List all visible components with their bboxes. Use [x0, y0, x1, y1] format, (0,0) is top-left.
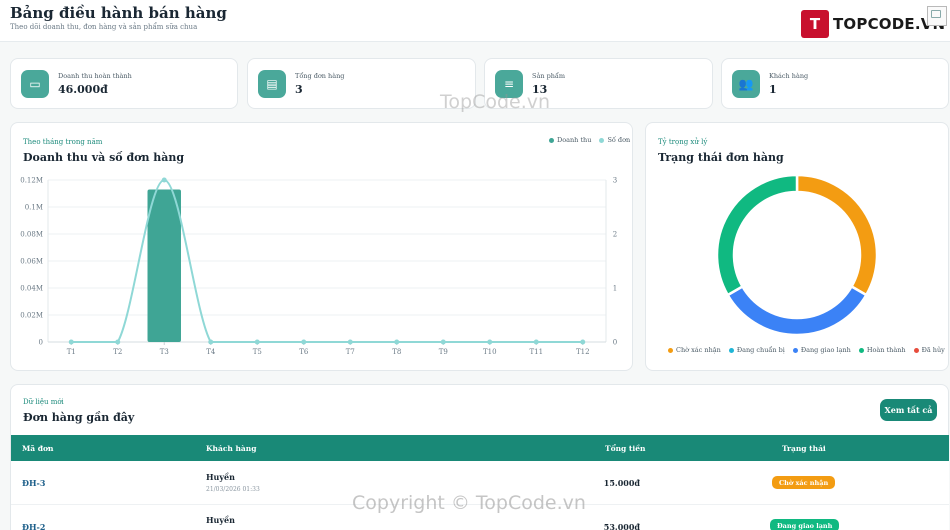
stat-label: Sản phẩm	[532, 72, 566, 80]
brand-mark: T	[801, 10, 829, 38]
stat-value: 1	[769, 83, 777, 96]
order-code-link[interactable]: ĐH-3	[22, 478, 45, 488]
stat-label: Tổng đơn hàng	[295, 72, 345, 80]
stat-value: 13	[532, 83, 548, 96]
page-subtitle: Theo dõi doanh thu, đơn hàng và sản phẩm…	[10, 23, 198, 31]
orders-point	[68, 339, 74, 345]
x-tick-label: T3	[160, 348, 169, 356]
stat-value: 3	[295, 83, 303, 96]
customer-name: Huyền	[206, 472, 235, 482]
order-total: 15.000đ	[603, 478, 640, 488]
col-header-code[interactable]: Mã đơn	[22, 444, 53, 453]
database-icon: ≡	[495, 70, 523, 98]
stat-label: Khách hàng	[769, 72, 809, 80]
x-tick-label: T10	[483, 348, 497, 356]
x-tick-label: T6	[299, 348, 309, 356]
y-right-tick-label: 0	[613, 339, 617, 347]
x-tick-label: T7	[346, 348, 355, 356]
orders-point	[580, 339, 586, 345]
stat-card-customers: 👥 Khách hàng 1	[721, 58, 949, 109]
panel-title: Đơn hàng gần đây	[23, 411, 135, 424]
col-header-status[interactable]: Trạng thái	[782, 444, 826, 453]
order-total: 53.000đ	[603, 522, 640, 530]
orders-point	[115, 339, 121, 345]
donut-slice	[726, 284, 868, 337]
brand-logo[interactable]: T TOPCODE.VN	[801, 10, 945, 38]
orders-point	[301, 339, 307, 345]
broken-image-icon	[927, 6, 947, 26]
y-right-tick-label: 3	[613, 177, 617, 185]
status-badge: Chờ xác nhận	[772, 476, 836, 489]
orders-point	[161, 177, 167, 183]
status-badge: Đang giao lạnh	[770, 519, 840, 530]
order-code-link[interactable]: ĐH-2	[22, 522, 45, 530]
col-header-customer[interactable]: Khách hàng	[206, 444, 256, 453]
panel-eyebrow: Dữ liệu mới	[23, 398, 64, 406]
orders-point	[487, 339, 493, 345]
orders-point	[208, 339, 214, 345]
stat-value: 46.000đ	[58, 83, 108, 96]
y-left-tick-label: 0.12M	[20, 177, 43, 185]
y-left-tick-label: 0.02M	[20, 312, 43, 320]
stat-card-revenue: ▭ Doanh thu hoàn thành 46.000đ	[10, 58, 238, 109]
page-header: Bảng điều hành bán hàng Theo dõi doanh t…	[0, 0, 950, 42]
view-all-button[interactable]: Xem tất cả	[880, 399, 937, 421]
status-donut-chart	[715, 173, 879, 337]
x-tick-label: T2	[113, 348, 122, 356]
x-tick-label: T12	[576, 348, 590, 356]
orders-table-header: Mã đơn Khách hàng Tổng tiền Trạng thái	[11, 435, 949, 461]
order-time: 21/03/2026 01:33	[206, 486, 260, 493]
revenue-bar	[147, 189, 181, 342]
y-left-tick-label: 0.04M	[20, 285, 43, 293]
orders-point	[347, 339, 353, 345]
table-row[interactable]: ĐH-2 Huyền 53.000đ Đang giao lạnh	[11, 505, 949, 530]
orders-point	[533, 339, 539, 345]
stat-card-products: ≡ Sản phẩm 13	[484, 58, 713, 109]
x-tick-label: T1	[67, 348, 76, 356]
page-title: Bảng điều hành bán hàng	[10, 4, 227, 22]
x-tick-label: T4	[206, 348, 216, 356]
orders-point	[394, 339, 400, 345]
users-icon: 👥	[732, 70, 760, 98]
x-tick-label: T5	[253, 348, 262, 356]
revenue-chart: 0 0.02M 0.04M 0.06M 0.08M 0.1M 0.12M 0 1 2 3 T1 T2 T3…	[20, 177, 617, 357]
stat-card-orders: ▤ Tổng đơn hàng 3	[247, 58, 476, 109]
x-tick-label: T9	[439, 348, 448, 356]
donut-slice	[795, 173, 879, 297]
x-tick-label: T8	[392, 348, 401, 356]
orders-point	[440, 339, 446, 345]
y-right-tick-label: 2	[613, 231, 617, 239]
x-tick-label: T11	[529, 348, 543, 356]
box-icon: ▤	[258, 70, 286, 98]
col-header-total[interactable]: Tổng tiền	[605, 444, 645, 453]
y-left-tick-label: 0.08M	[20, 231, 43, 239]
table-row[interactable]: ĐH-3 Huyền 21/03/2026 01:33 15.000đ Chờ …	[11, 461, 949, 505]
y-right-tick-label: 1	[613, 285, 617, 293]
wallet-icon: ▭	[21, 70, 49, 98]
y-left-tick-label: 0.1M	[25, 204, 43, 212]
y-left-tick-label: 0.06M	[20, 258, 43, 266]
stat-label: Doanh thu hoàn thành	[58, 72, 132, 80]
donut-slice	[715, 173, 799, 297]
y-left-tick-label: 0	[39, 339, 43, 347]
orders-point	[254, 339, 260, 345]
customer-name: Huyền	[206, 515, 235, 525]
